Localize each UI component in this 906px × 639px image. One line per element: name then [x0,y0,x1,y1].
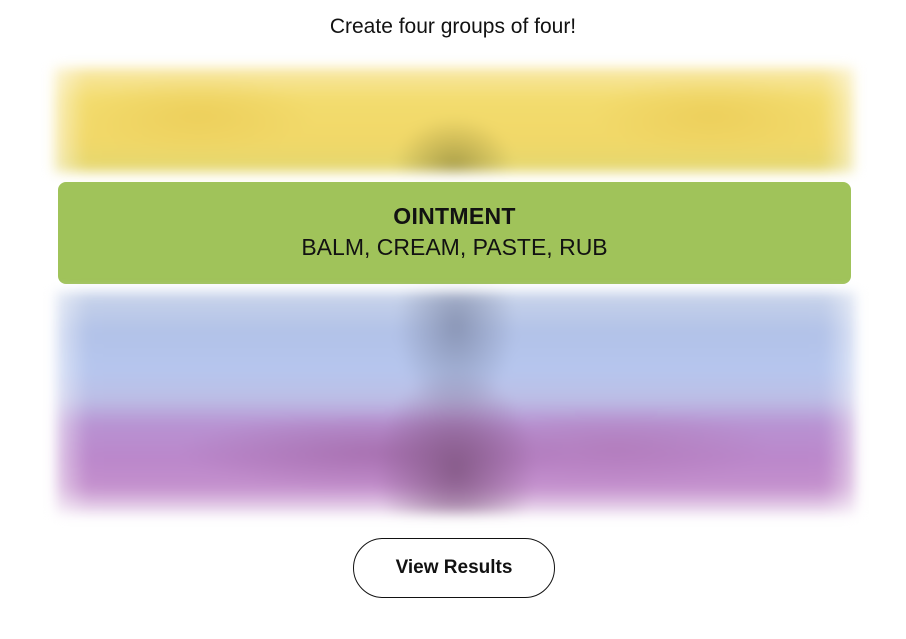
connections-game-board: Create four groups of four! OINTMENT BAL… [0,0,906,639]
instructions-text: Create four groups of four! [329,15,577,38]
solved-group-card: OINTMENT BALM, CREAM, PASTE, RUB [58,182,851,284]
view-results-button[interactable]: View Results [353,538,555,598]
solved-group-title: OINTMENT [393,203,516,229]
hidden-group-blue-purple [56,292,856,514]
solved-group-members: BALM, CREAM, PASTE, RUB [301,234,608,260]
hidden-group-yellow [54,68,854,172]
